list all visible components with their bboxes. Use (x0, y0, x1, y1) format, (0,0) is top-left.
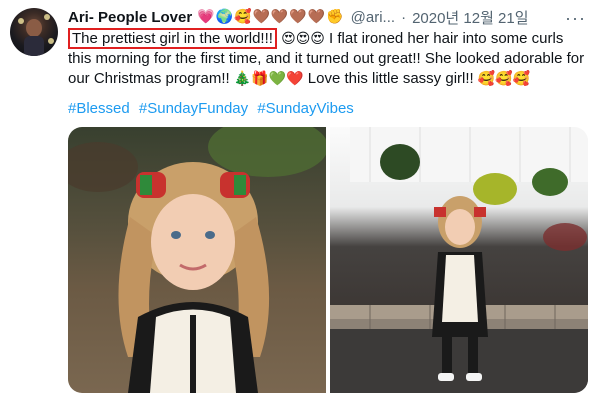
avatar-sparkle (44, 14, 50, 20)
hashtag-sundayvibes[interactable]: #SundayVibes (257, 100, 353, 117)
photo-1-illustration (68, 127, 328, 393)
user-handle[interactable]: @ari... (351, 9, 395, 26)
highlighted-phrase: The prettiest girl in the world!!! (68, 28, 277, 49)
more-options-icon[interactable]: ··· (565, 8, 586, 29)
christmas-emojis: 🎄🎁💚❤️ (233, 71, 304, 87)
name-emojis: 💗🌍🥰🤎🤎🤎🤎✊ (197, 9, 345, 25)
avatar-person-shape (24, 19, 44, 56)
tweet-text: The prettiest girl in the world!!! 😍😍😍 I… (68, 28, 588, 89)
hashtags: #Blessed #SundayFunday #SundayVibes (68, 100, 359, 117)
media-grid (68, 127, 588, 393)
separator-dot: · (401, 8, 407, 26)
tweet-header: Ari- People Lover 💗🌍🥰🤎🤎🤎🤎✊ @ari... · 202… (68, 6, 592, 28)
avatar[interactable] (10, 8, 58, 56)
tweet-body-end: Love this little sassy girl!! (303, 70, 478, 87)
tweet-date[interactable]: 2020년 12월 21일 (412, 7, 528, 28)
photo-2-illustration (330, 127, 588, 393)
avatar-sparkle (48, 38, 54, 44)
avatar-sparkle (18, 18, 24, 24)
display-name[interactable]: Ari- People Lover (68, 9, 192, 26)
smiling-hearts-emojis: 🥰🥰🥰 (477, 71, 531, 87)
photo-1[interactable] (68, 127, 328, 393)
photo-2[interactable] (330, 127, 588, 393)
hashtag-sundayfunday[interactable]: #SundayFunday (139, 100, 248, 117)
tweet-card: Ari- People Lover 💗🌍🥰🤎🤎🤎🤎✊ @ari... · 202… (0, 0, 600, 400)
hashtag-blessed[interactable]: #Blessed (68, 100, 130, 117)
heart-eyes-emojis: 😍😍😍 (281, 31, 325, 47)
